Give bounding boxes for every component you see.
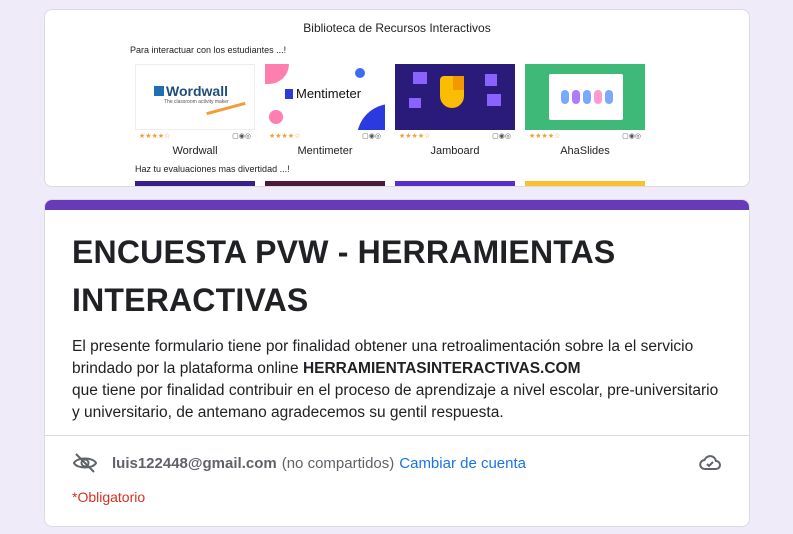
tile-name: Jamboard: [430, 145, 480, 157]
divider: [45, 435, 749, 436]
tool-icons: ▢◉◎: [232, 133, 251, 140]
form-description: El presente formulario tiene por finalid…: [72, 336, 722, 424]
wordwall-logo-icon: [154, 86, 164, 96]
description-text: que tiene por finalidad contribuir en el…: [72, 382, 719, 421]
account-row: luis122448@gmail.com (no compartidos) Ca…: [72, 451, 722, 475]
audience-figures: [561, 90, 613, 104]
accent-bar: [45, 200, 749, 210]
tile-name: Wordwall: [172, 145, 218, 157]
tile-mentimeter: Mentimeter ★★★★☆ ▢◉◎ Mentimeter: [265, 64, 385, 157]
sticky-note: [487, 94, 501, 106]
jamboard-thumbnail: [395, 64, 515, 130]
rating-stars: ★★★★☆: [529, 133, 561, 140]
tile-wordwall: Wordwall The classroom activity maker ★★…: [135, 64, 255, 157]
tile-ahaslides: ★★★★☆ ▢◉◎ AhaSlides: [525, 64, 645, 157]
rating-stars: ★★★★☆: [399, 133, 431, 140]
form-header-card: ENCUESTA PVW - HERRAMIENTAS INTERACTIVAS…: [44, 199, 750, 527]
tile-name: Mentimeter: [297, 145, 353, 157]
tile-name: AhaSlides: [560, 145, 610, 157]
account-email: luis122448@gmail.com: [112, 454, 277, 472]
pink-shape: [265, 64, 289, 84]
pink-hand-shape: [269, 110, 283, 124]
tile-strip: [395, 181, 515, 186]
mentimeter-thumbnail: Mentimeter: [265, 64, 385, 130]
jamboard-logo-accent: [453, 76, 464, 90]
mentimeter-logo-icon: [285, 88, 293, 99]
tool-icons: ▢◉◎: [622, 133, 641, 140]
banner-subtitle: Haz tu evaluaciones mas divertidad ...!: [135, 164, 290, 174]
wordwall-logo-text: Wordwall: [166, 83, 228, 99]
cloud-saved-icon[interactable]: [698, 451, 722, 479]
banner-subtitle: Para interactuar con los estudiantes ...…: [130, 45, 287, 55]
form-title: ENCUESTA PVW - HERRAMIENTAS INTERACTIVAS: [72, 234, 616, 318]
tool-icons: ▢◉◎: [492, 133, 511, 140]
tile-strip: [265, 181, 385, 186]
tile-jamboard: ★★★★☆ ▢◉◎ Jamboard: [395, 64, 515, 157]
banner-title: Biblioteca de Recursos Interactivos: [303, 21, 491, 35]
blue-quarter-shape: [357, 104, 385, 130]
description-site: HERRAMIENTASINTERACTIVAS.COM: [302, 360, 581, 377]
not-shared-label: (no compartidos): [281, 454, 395, 472]
tile-strip: [135, 181, 255, 186]
rating-stars: ★★★★☆: [139, 133, 171, 140]
mentimeter-logo-text: Mentimeter: [296, 86, 362, 101]
switch-account-link[interactable]: Cambiar de cuenta: [399, 455, 526, 472]
header-banner-image: Biblioteca de Recursos Interactivos Para…: [44, 9, 750, 187]
visibility-off-icon: [72, 451, 98, 475]
sticky-note: [409, 98, 421, 108]
required-note: *Obligatorio: [72, 489, 146, 505]
tool-icons: ▢◉◎: [362, 133, 381, 140]
blue-dot: [355, 68, 365, 78]
sticky-note: [413, 72, 427, 84]
wordwall-tagline: The classroom activity maker: [164, 99, 229, 105]
wordwall-thumbnail: Wordwall The classroom activity maker: [135, 64, 255, 130]
rating-stars: ★★★★☆: [269, 133, 301, 140]
ahaslides-thumbnail: [525, 64, 645, 130]
sticky-note: [485, 74, 497, 86]
tile-strip: [525, 181, 645, 186]
